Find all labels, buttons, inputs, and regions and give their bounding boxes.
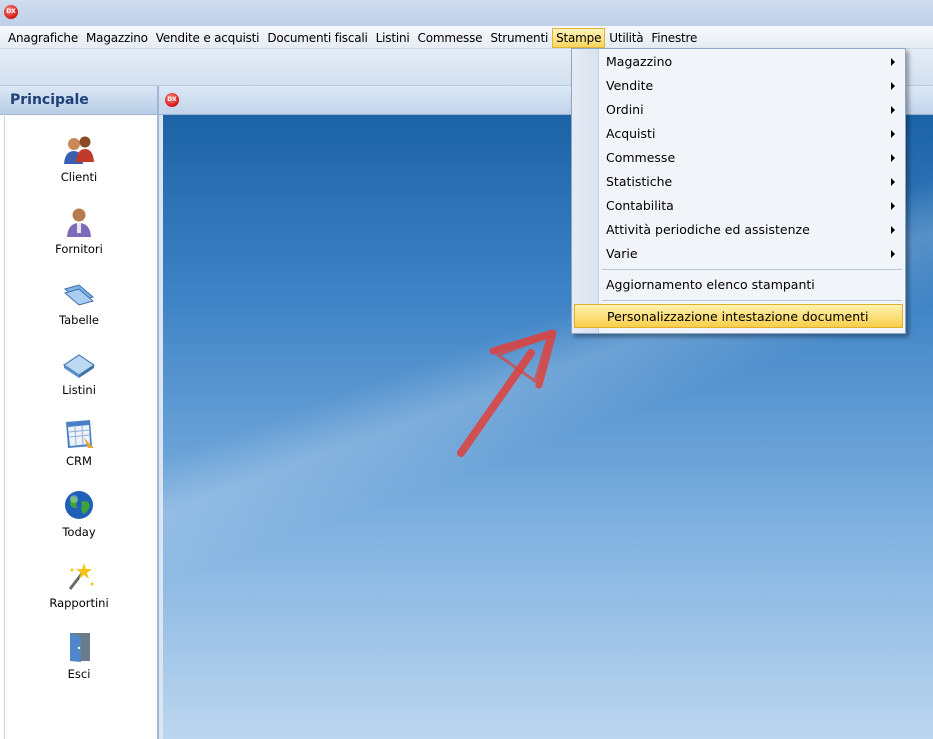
menu-item-label: Contabilita — [606, 198, 674, 213]
menu-item-contabilita[interactable]: Contabilita — [574, 194, 903, 218]
title-bar: DX — [0, 0, 933, 26]
menu-finestre[interactable]: Finestre — [647, 28, 701, 48]
menu-separator — [602, 300, 902, 301]
sidebar-item-label: Esci — [67, 667, 91, 681]
sidebar-item-clienti[interactable]: Clienti — [5, 134, 153, 184]
menu-utilita[interactable]: Utilità — [605, 28, 647, 48]
sidebar-panel: Principale Clienti Fornitori Tabelle Lis… — [0, 86, 159, 739]
sidebar-item-label: Listini — [62, 383, 96, 397]
menu-item-varie[interactable]: Varie — [574, 242, 903, 266]
submenu-arrow-icon — [891, 82, 895, 90]
stampe-dropdown-menu: Magazzino Vendite Ordini Acquisti Commes… — [571, 48, 906, 334]
menu-item-ordini[interactable]: Ordini — [574, 98, 903, 122]
menu-item-magazzino[interactable]: Magazzino — [574, 50, 903, 74]
annotation-arrow-icon — [457, 329, 557, 457]
menu-magazzino[interactable]: Magazzino — [82, 28, 152, 48]
submenu-arrow-icon — [891, 58, 895, 66]
menu-item-statistiche[interactable]: Statistiche — [574, 170, 903, 194]
menu-anagrafiche[interactable]: Anagrafiche — [4, 28, 82, 48]
submenu-arrow-icon — [891, 154, 895, 162]
sidebar-item-label: Fornitori — [55, 242, 103, 256]
menu-item-acquisti[interactable]: Acquisti — [574, 122, 903, 146]
sidebar-item-label: CRM — [66, 454, 92, 468]
menu-item-attivita-periodiche[interactable]: Attività periodiche ed assistenze — [574, 218, 903, 242]
clients-icon — [64, 136, 94, 164]
menu-item-label: Statistiche — [606, 174, 673, 189]
sidebar-body: Clienti Fornitori Tabelle Listini CRM To… — [4, 116, 153, 739]
menu-item-label: Acquisti — [606, 126, 656, 141]
sidebar-item-rapportini[interactable]: Rapportini — [5, 560, 153, 610]
sidebar-item-today[interactable]: Today — [5, 489, 153, 539]
sidebar-item-label: Clienti — [60, 170, 98, 184]
menu-item-commesse[interactable]: Commesse — [574, 146, 903, 170]
menu-item-label: Attività periodiche ed assistenze — [606, 222, 810, 237]
sidebar-item-fornitori[interactable]: Fornitori — [5, 206, 153, 256]
suppliers-icon — [67, 208, 91, 237]
submenu-arrow-icon — [891, 106, 895, 114]
menu-item-label: Personalizzazione intestazione documenti — [607, 309, 869, 324]
submenu-arrow-icon — [891, 226, 895, 234]
menu-item-aggiornamento-stampanti[interactable]: Aggiornamento elenco stampanti — [574, 273, 903, 297]
menu-item-label: Vendite — [606, 78, 654, 93]
menu-item-label: Ordini — [606, 102, 644, 117]
menu-item-label: Varie — [606, 246, 638, 261]
sidebar-item-label: Tabelle — [58, 313, 99, 327]
submenu-arrow-icon — [891, 250, 895, 258]
menu-strumenti[interactable]: Strumenti — [486, 28, 552, 48]
menu-item-label: Aggiornamento elenco stampanti — [606, 277, 815, 292]
calendar-icon — [66, 420, 94, 448]
menu-commesse[interactable]: Commesse — [414, 28, 487, 48]
sidebar-item-crm[interactable]: CRM — [5, 418, 153, 468]
menu-vendite-acquisti[interactable]: Vendite e acquisti — [152, 28, 264, 48]
menu-stampe[interactable]: Stampe — [552, 28, 606, 48]
globe-icon — [65, 491, 93, 519]
submenu-arrow-icon — [891, 178, 895, 186]
sidebar-item-label: Rapportini — [49, 596, 109, 610]
sidebar-item-label: Today — [62, 525, 96, 539]
submenu-arrow-icon — [891, 130, 895, 138]
sidebar-title: Principale — [0, 86, 157, 115]
menu-item-label: Commesse — [606, 150, 676, 165]
price-lists-icon — [62, 354, 96, 378]
menu-item-vendite[interactable]: Vendite — [574, 74, 903, 98]
menu-item-personalizzazione-intestazione[interactable]: Personalizzazione intestazione documenti — [574, 304, 903, 328]
menu-item-label: Magazzino — [606, 54, 673, 69]
app-logo-icon[interactable]: DX — [4, 5, 18, 19]
menu-separator — [602, 269, 902, 270]
menu-bar: Anagrafiche Magazzino Vendite e acquisti… — [0, 26, 933, 49]
menu-documenti-fiscali[interactable]: Documenti fiscali — [263, 28, 371, 48]
tables-icon — [63, 284, 95, 306]
magic-wand-icon — [68, 563, 94, 590]
submenu-arrow-icon — [891, 202, 895, 210]
menu-listini[interactable]: Listini — [372, 28, 414, 48]
sidebar-item-esci[interactable]: Esci — [5, 631, 153, 681]
window-logo-icon[interactable]: DX — [165, 93, 179, 107]
sidebar-item-listini[interactable]: Listini — [5, 347, 153, 397]
exit-door-icon — [70, 633, 90, 662]
sidebar-item-tabelle[interactable]: Tabelle — [5, 277, 153, 327]
